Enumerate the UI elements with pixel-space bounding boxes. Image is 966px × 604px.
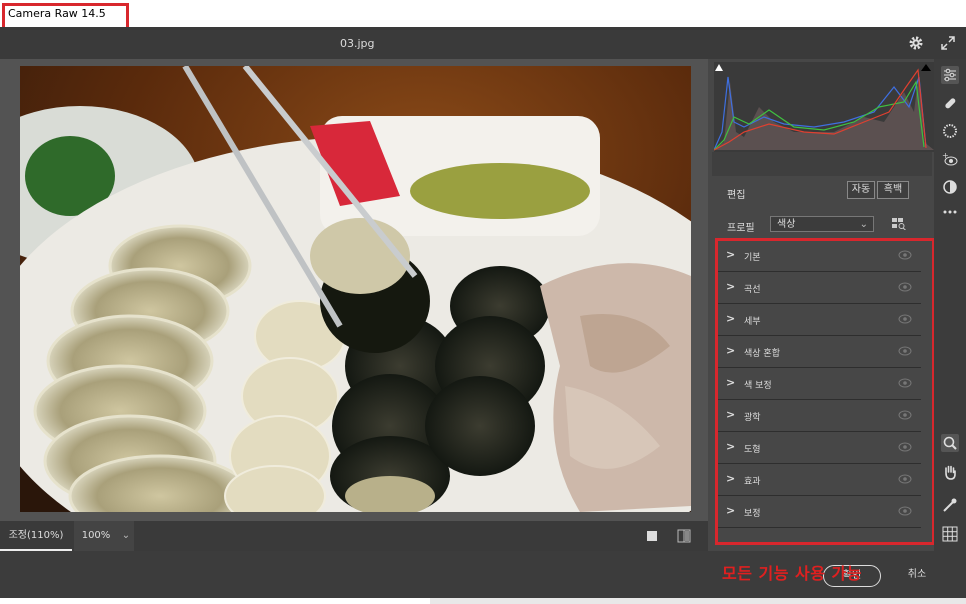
profile-browser-icon[interactable] [892, 218, 906, 230]
sections-highlight-box [715, 238, 935, 545]
photo-preview[interactable] [20, 66, 691, 512]
profile-value: 색상 [777, 219, 796, 230]
edit-sliders-icon[interactable] [941, 66, 959, 84]
zoom-dropdown-arrow[interactable]: ⌄ [118, 521, 134, 551]
background-strip [430, 598, 966, 604]
title-bar: Camera Raw 14.5 [0, 0, 966, 43]
annotation-text: 모든 기능 사용 가능 [722, 564, 862, 583]
chevron-down-icon: ⌄ [859, 219, 868, 230]
edit-title: 편집 [727, 190, 746, 201]
auto-button[interactable]: 자동 [847, 181, 875, 199]
cancel-button[interactable]: 취소 [900, 565, 934, 585]
grid-icon[interactable] [941, 525, 959, 543]
top-bar: 03.jpg [0, 27, 966, 59]
healing-icon[interactable] [941, 94, 959, 112]
mask-icon[interactable] [941, 122, 959, 140]
highlight-clipping-icon[interactable] [920, 62, 932, 72]
expand-icon[interactable] [940, 35, 956, 51]
presets-icon[interactable] [941, 178, 959, 196]
more-icon[interactable] [941, 203, 959, 221]
gear-icon[interactable] [908, 35, 924, 51]
before-after-icon[interactable] [677, 529, 691, 543]
zoom-fit-button[interactable]: 조정(110%) [0, 521, 72, 551]
histogram [714, 62, 934, 152]
zoom-bar: 조정(110%) 100% ⌄ [0, 521, 708, 551]
redeye-icon[interactable]: + [941, 150, 959, 168]
profile-select[interactable]: 색상 ⌄ [770, 216, 874, 232]
black-white-button[interactable]: 흑백 [877, 181, 909, 199]
view-mode-icon[interactable] [646, 530, 658, 542]
hand-icon[interactable] [941, 463, 959, 481]
file-name: 03.jpg [340, 37, 375, 50]
svg-text:+: + [942, 151, 949, 160]
zoom-level-value[interactable]: 100% [74, 521, 118, 551]
color-sampler-icon[interactable] [941, 496, 959, 514]
background-strip [0, 598, 430, 604]
zoom-icon[interactable] [941, 434, 959, 452]
profile-label: 프로필 [727, 223, 755, 234]
shadow-clipping-icon[interactable] [714, 62, 724, 72]
histogram-info-bar [712, 152, 932, 176]
